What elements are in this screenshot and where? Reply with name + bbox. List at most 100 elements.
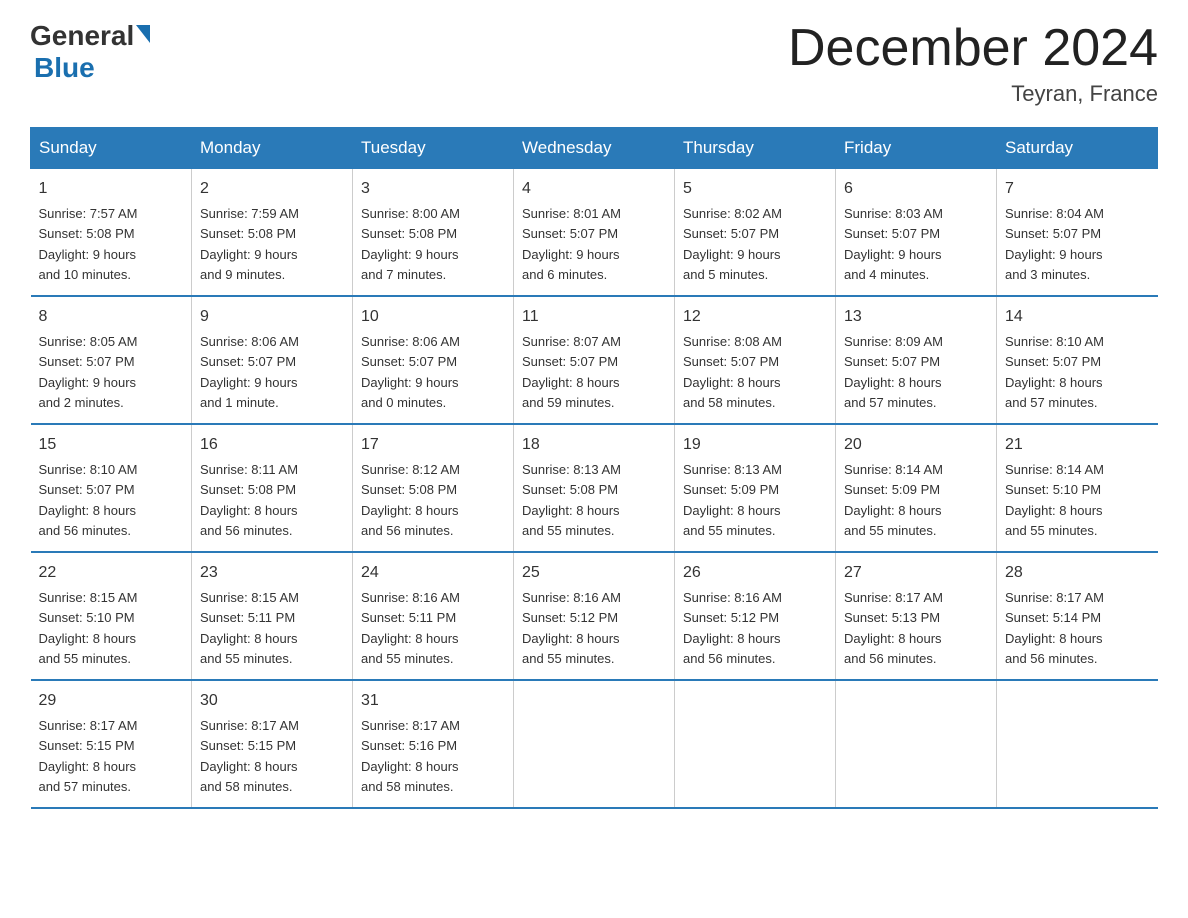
calendar-week-row: 29 Sunrise: 8:17 AMSunset: 5:15 PMDayligh… [31,680,1158,808]
header-sunday: Sunday [31,128,192,169]
cell-info: Sunrise: 8:07 AMSunset: 5:07 PMDaylight:… [522,334,621,410]
calendar-week-row: 8Sunrise: 8:05 AMSunset: 5:07 PMDaylight… [31,296,1158,424]
day-number: 20 [844,433,988,457]
calendar-week-row: 15 Sunrise: 8:10 AMSunset: 5:07 PMDayligh… [31,424,1158,552]
cell-info: Sunrise: 8:17 AMSunset: 5:13 PMDaylight:… [844,590,943,666]
day-number: 21 [1005,433,1150,457]
cell-info: Sunrise: 8:15 AMSunset: 5:10 PMDaylight:… [39,590,138,666]
cell-info: Sunrise: 8:05 AMSunset: 5:07 PMDaylight:… [39,334,138,410]
calendar-cell: 20 Sunrise: 8:14 AMSunset: 5:09 PMDayligh… [836,424,997,552]
header-monday: Monday [192,128,353,169]
month-title: December 2024 [788,20,1158,77]
day-number: 13 [844,305,988,329]
calendar-table: SundayMondayTuesdayWednesdayThursdayFrid… [30,127,1158,809]
cell-info: Sunrise: 8:06 AMSunset: 5:07 PMDaylight:… [200,334,299,410]
calendar-cell: 22 Sunrise: 8:15 AMSunset: 5:10 PMDayligh… [31,552,192,680]
cell-info: Sunrise: 8:01 AMSunset: 5:07 PMDaylight:… [522,206,621,282]
calendar-cell [997,680,1158,808]
calendar-cell: 11 Sunrise: 8:07 AMSunset: 5:07 PMDayligh… [514,296,675,424]
calendar-cell: 28Sunrise: 8:17 AMSunset: 5:14 PMDayligh… [997,552,1158,680]
day-number: 29 [39,689,184,713]
header-friday: Friday [836,128,997,169]
calendar-week-row: 22 Sunrise: 8:15 AMSunset: 5:10 PMDayligh… [31,552,1158,680]
calendar-cell: 2Sunrise: 7:59 AMSunset: 5:08 PMDaylight… [192,169,353,297]
logo-blue: Blue [34,52,150,84]
cell-info: Sunrise: 8:12 AMSunset: 5:08 PMDaylight:… [361,462,460,538]
calendar-cell: 17 Sunrise: 8:12 AMSunset: 5:08 PMDayligh… [353,424,514,552]
cell-info: Sunrise: 8:17 AMSunset: 5:15 PMDaylight:… [200,718,299,794]
calendar-cell: 9 Sunrise: 8:06 AMSunset: 5:07 PMDaylight… [192,296,353,424]
calendar-cell: 27 Sunrise: 8:17 AMSunset: 5:13 PMDayligh… [836,552,997,680]
cell-info: Sunrise: 8:03 AMSunset: 5:07 PMDaylight:… [844,206,943,282]
calendar-week-row: 1 Sunrise: 7:57 AMSunset: 5:08 PMDaylight… [31,169,1158,297]
day-number: 2 [200,177,344,201]
calendar-cell [675,680,836,808]
day-number: 14 [1005,305,1150,329]
cell-info: Sunrise: 7:57 AMSunset: 5:08 PMDaylight:… [39,206,138,282]
calendar-cell: 13 Sunrise: 8:09 AMSunset: 5:07 PMDayligh… [836,296,997,424]
calendar-cell: 24 Sunrise: 8:16 AMSunset: 5:11 PMDayligh… [353,552,514,680]
calendar-cell: 23Sunrise: 8:15 AMSunset: 5:11 PMDayligh… [192,552,353,680]
day-number: 15 [39,433,184,457]
calendar-cell: 16 Sunrise: 8:11 AMSunset: 5:08 PMDayligh… [192,424,353,552]
cell-info: Sunrise: 8:17 AMSunset: 5:16 PMDaylight:… [361,718,460,794]
header-thursday: Thursday [675,128,836,169]
cell-info: Sunrise: 8:11 AMSunset: 5:08 PMDaylight:… [200,462,298,538]
calendar-cell: 6 Sunrise: 8:03 AMSunset: 5:07 PMDaylight… [836,169,997,297]
cell-info: Sunrise: 8:16 AMSunset: 5:11 PMDaylight:… [361,590,460,666]
day-number: 12 [683,305,827,329]
day-number: 11 [522,305,666,329]
day-number: 27 [844,561,988,585]
calendar-cell: 19Sunrise: 8:13 AMSunset: 5:09 PMDayligh… [675,424,836,552]
day-number: 23 [200,561,344,585]
calendar-cell: 14 Sunrise: 8:10 AMSunset: 5:07 PMDayligh… [997,296,1158,424]
cell-info: Sunrise: 8:00 AMSunset: 5:08 PMDaylight:… [361,206,460,282]
calendar-cell: 25Sunrise: 8:16 AMSunset: 5:12 PMDayligh… [514,552,675,680]
day-number: 28 [1005,561,1150,585]
logo-general: General [30,20,134,52]
day-number: 4 [522,177,666,201]
cell-info: Sunrise: 8:10 AMSunset: 5:07 PMDaylight:… [39,462,138,538]
cell-info: Sunrise: 8:14 AMSunset: 5:10 PMDaylight:… [1005,462,1104,538]
logo-triangle-icon [136,25,150,43]
cell-info: Sunrise: 8:14 AMSunset: 5:09 PMDaylight:… [844,462,943,538]
calendar-cell: 3Sunrise: 8:00 AMSunset: 5:08 PMDaylight… [353,169,514,297]
calendar-cell: 29Sunrise: 8:17 AMSunset: 5:15 PMDayligh… [31,680,192,808]
day-number: 17 [361,433,505,457]
day-number: 6 [844,177,988,201]
day-number: 9 [200,305,344,329]
day-number: 16 [200,433,344,457]
calendar-cell: 1 Sunrise: 7:57 AMSunset: 5:08 PMDaylight… [31,169,192,297]
title-block: December 2024 Teyran, France [788,20,1158,107]
calendar-cell: 7Sunrise: 8:04 AMSunset: 5:07 PMDaylight… [997,169,1158,297]
cell-info: Sunrise: 8:06 AMSunset: 5:07 PMDaylight:… [361,334,460,410]
page-header: General Blue December 2024 Teyran, Franc… [30,20,1158,107]
cell-info: Sunrise: 8:13 AMSunset: 5:08 PMDaylight:… [522,462,621,538]
calendar-cell: 21 Sunrise: 8:14 AMSunset: 5:10 PMDayligh… [997,424,1158,552]
location: Teyran, France [788,81,1158,107]
day-number: 7 [1005,177,1150,201]
day-number: 22 [39,561,184,585]
logo: General Blue [30,20,150,84]
calendar-cell: 4 Sunrise: 8:01 AMSunset: 5:07 PMDaylight… [514,169,675,297]
day-number: 31 [361,689,505,713]
cell-info: Sunrise: 8:02 AMSunset: 5:07 PMDaylight:… [683,206,782,282]
calendar-header-row: SundayMondayTuesdayWednesdayThursdayFrid… [31,128,1158,169]
calendar-cell: 31 Sunrise: 8:17 AMSunset: 5:16 PMDayligh… [353,680,514,808]
calendar-cell [514,680,675,808]
calendar-cell: 18Sunrise: 8:13 AMSunset: 5:08 PMDayligh… [514,424,675,552]
day-number: 10 [361,305,505,329]
cell-info: Sunrise: 8:10 AMSunset: 5:07 PMDaylight:… [1005,334,1104,410]
day-number: 24 [361,561,505,585]
calendar-cell [836,680,997,808]
calendar-cell: 10 Sunrise: 8:06 AMSunset: 5:07 PMDayligh… [353,296,514,424]
cell-info: Sunrise: 8:13 AMSunset: 5:09 PMDaylight:… [683,462,782,538]
header-saturday: Saturday [997,128,1158,169]
calendar-cell: 26Sunrise: 8:16 AMSunset: 5:12 PMDayligh… [675,552,836,680]
cell-info: Sunrise: 8:09 AMSunset: 5:07 PMDaylight:… [844,334,943,410]
calendar-cell: 15 Sunrise: 8:10 AMSunset: 5:07 PMDayligh… [31,424,192,552]
day-number: 1 [39,177,184,201]
calendar-cell: 30Sunrise: 8:17 AMSunset: 5:15 PMDayligh… [192,680,353,808]
cell-info: Sunrise: 8:16 AMSunset: 5:12 PMDaylight:… [683,590,782,666]
cell-info: Sunrise: 8:08 AMSunset: 5:07 PMDaylight:… [683,334,782,410]
